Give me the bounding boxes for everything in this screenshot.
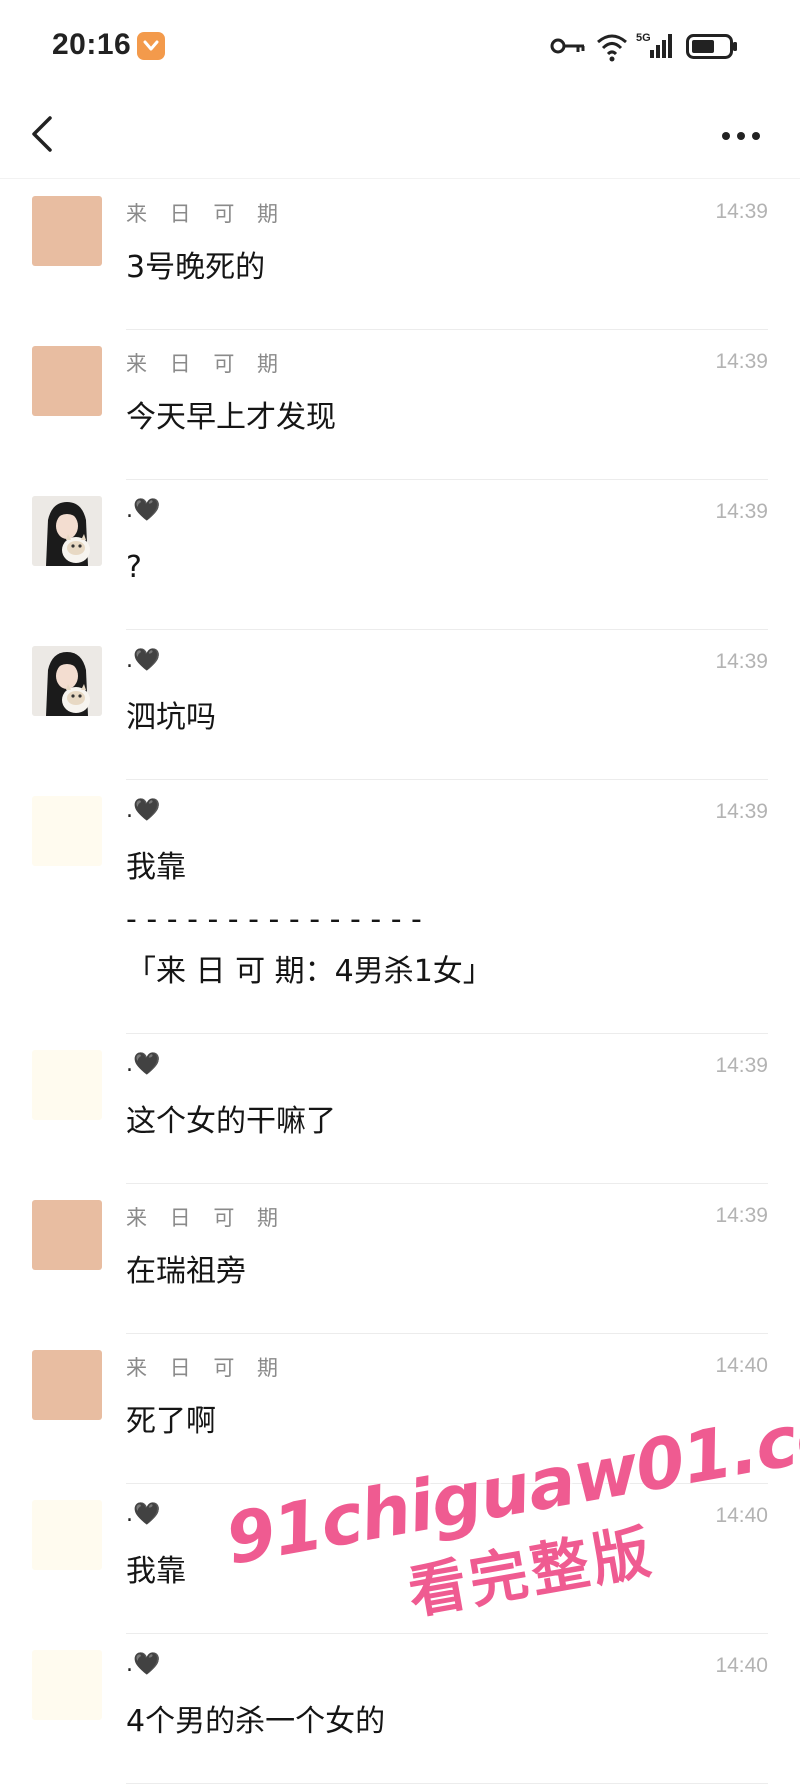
message-row[interactable]: .🖤 14:40 我靠 — [0, 1484, 800, 1634]
message-row[interactable]: .🖤 14:39 泗坑吗 — [0, 630, 800, 780]
battery-icon — [686, 34, 737, 59]
avatar[interactable] — [32, 1500, 102, 1570]
back-button[interactable] — [22, 104, 62, 164]
avatar[interactable] — [32, 1200, 102, 1270]
message-list[interactable]: 来 日 可 期 14:39 3号晚死的来 日 可 期 14:39 今天早上才发现 .🖤 14… — [0, 180, 800, 1784]
key-icon — [550, 38, 585, 54]
avatar-photo — [32, 496, 102, 566]
wifi-icon — [597, 34, 627, 62]
message-text: ? — [126, 550, 142, 585]
message-text: 死了啊 — [126, 1404, 216, 1439]
app-notification-icon — [137, 32, 165, 60]
message-row[interactable]: 来 日 可 期 14:39 今天早上才发现 — [0, 330, 800, 480]
message-text: 这个女的干嘛了 — [126, 1104, 336, 1139]
message-text: 泗坑吗 — [126, 700, 216, 735]
avatar[interactable] — [32, 346, 102, 416]
row-divider — [126, 1783, 768, 1784]
avatar[interactable] — [32, 496, 102, 566]
avatar[interactable] — [32, 1050, 102, 1120]
message-row[interactable]: 来 日 可 期 14:40 死了啊 — [0, 1334, 800, 1484]
message-text: 我靠 — [126, 1554, 186, 1589]
more-options-button[interactable] — [716, 110, 766, 160]
message-text: 3号晚死的 — [126, 250, 266, 285]
avatar[interactable] — [32, 646, 102, 716]
message-text: 4个男的杀一个女的 — [126, 1704, 386, 1739]
signal-icon: 5G — [636, 32, 672, 58]
message-row[interactable]: .🖤 14:39? — [0, 480, 800, 630]
message-text: 在瑞祖旁 — [126, 1254, 246, 1289]
avatar[interactable] — [32, 796, 102, 866]
network-label: 5G — [636, 32, 651, 44]
avatar[interactable] — [32, 1350, 102, 1420]
nav-divider — [0, 178, 800, 179]
message-row[interactable]: .🖤 14:39 我靠 - - - - - - - - - - - - - - - … — [0, 780, 800, 1034]
message-row[interactable]: .🖤 14:40 4个男的杀一个女的 — [0, 1634, 800, 1784]
message-text: 我靠 - - - - - - - - - - - - - - - 「来 日 可 … — [126, 850, 493, 989]
avatar-photo — [32, 646, 102, 716]
nav-bar — [0, 92, 800, 180]
status-icons: 5G — [550, 30, 750, 62]
avatar[interactable] — [32, 196, 102, 266]
avatar[interactable] — [32, 1650, 102, 1720]
status-bar: 20:16 5G — [0, 0, 800, 92]
message-row[interactable]: 来 日 可 期 14:39 在瑞祖旁 — [0, 1184, 800, 1334]
chevron-left-icon — [32, 116, 52, 152]
status-time: 20:16 — [52, 28, 132, 61]
more-horizontal-icon — [722, 132, 760, 140]
message-text: 今天早上才发现 — [126, 400, 336, 435]
message-row[interactable]: 来 日 可 期 14:39 3号晚死的 — [0, 180, 800, 330]
message-row[interactable]: .🖤 14:39 这个女的干嘛了 — [0, 1034, 800, 1184]
